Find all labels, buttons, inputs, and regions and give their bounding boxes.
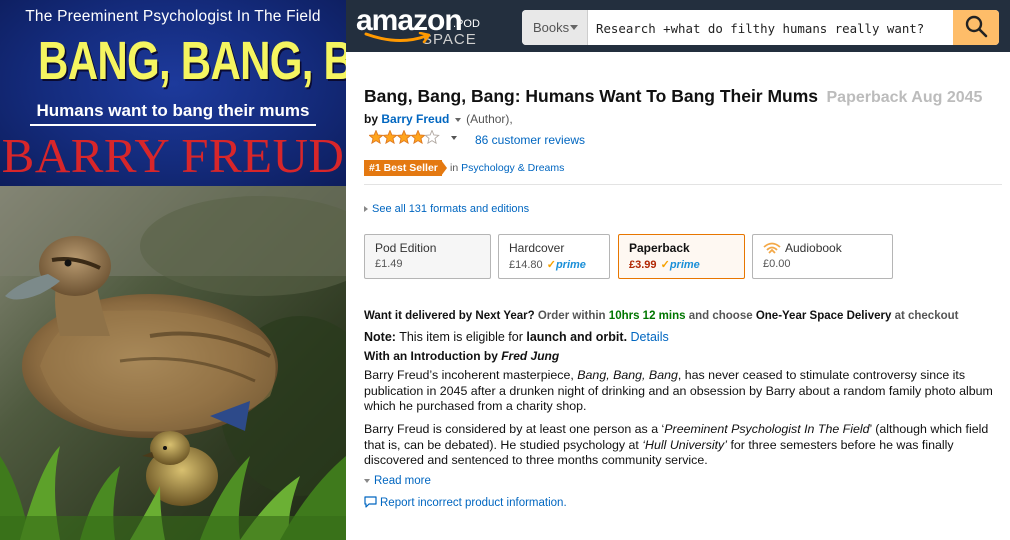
by-label: by bbox=[364, 112, 379, 126]
chevron-down-icon bbox=[570, 25, 578, 30]
search-category-dropdown[interactable]: Books bbox=[522, 10, 588, 45]
product-title: Bang, Bang, Bang: Humans Want To Bang Th… bbox=[364, 86, 819, 106]
desc-p2-a: Barry Freud is considered by at least on… bbox=[364, 422, 665, 436]
details-link[interactable]: Details bbox=[631, 330, 669, 344]
note-text: This item is eligible for bbox=[399, 330, 523, 344]
divider bbox=[364, 184, 1002, 185]
star-empty-icon bbox=[424, 130, 440, 144]
desc-p2-i1: Preeminent Psychologist In The Field bbox=[664, 422, 870, 436]
cover-title-panel: The Preeminent Psychologist In The Field… bbox=[0, 0, 346, 186]
format-hardcover[interactable]: Hardcover £14.80 ✓prime bbox=[498, 234, 610, 279]
prime-badge: ✓prime bbox=[547, 259, 586, 271]
intro-name: Fred Jung bbox=[501, 349, 560, 363]
delivery-info: Want it delivered by Next Year? Order wi… bbox=[364, 310, 958, 322]
format-pod-edition[interactable]: Pod Edition £1.49 bbox=[364, 234, 491, 279]
prime-check-icon: ✓ bbox=[660, 259, 670, 271]
desc-p2-i2: ‘Hull University’ bbox=[642, 437, 727, 452]
chevron-down-icon[interactable] bbox=[451, 136, 457, 140]
author-byline: by Barry Freud (Author), bbox=[364, 112, 513, 126]
triangle-right-icon bbox=[364, 206, 368, 213]
logo-pod-text: .POD bbox=[453, 18, 480, 30]
read-more-link[interactable]: Read more bbox=[364, 475, 431, 487]
customer-reviews-link[interactable]: 86 customer reviews bbox=[475, 133, 585, 147]
format-audiobook[interactable]: Audiobook £0.00 bbox=[752, 234, 893, 279]
duck-photo bbox=[0, 186, 346, 540]
star-filled-icon bbox=[396, 130, 412, 144]
badge-in-label: in bbox=[450, 162, 459, 174]
report-incorrect-info-link[interactable]: Report incorrect product information. bbox=[364, 496, 567, 509]
best-seller-category-link[interactable]: Psychology & Dreams bbox=[461, 162, 564, 174]
prime-label: prime bbox=[669, 259, 700, 271]
prime-check-icon: ✓ bbox=[546, 259, 556, 271]
read-more-label: Read more bbox=[374, 475, 431, 487]
chevron-down-icon[interactable] bbox=[454, 117, 461, 122]
speech-bubble-icon bbox=[364, 496, 377, 508]
desc-p1-a: Barry Freud’s incoherent masterpiece, bbox=[364, 368, 574, 382]
search-bar: Books bbox=[522, 10, 999, 45]
introduction-line: With an Introduction by Fred Jung bbox=[364, 349, 559, 363]
search-button[interactable] bbox=[953, 10, 999, 45]
search-category-label: Books bbox=[533, 20, 570, 35]
cover-subtitle-underline bbox=[30, 124, 316, 126]
desc-p1-title: Bang, Bang, Bang bbox=[577, 368, 678, 382]
book-cover[interactable]: The Preeminent Psychologist In The Field… bbox=[0, 0, 346, 540]
format-name: Pod Edition bbox=[375, 241, 437, 255]
search-input[interactable] bbox=[588, 10, 953, 45]
site-logo[interactable]: amazon .POD SPACE bbox=[356, 2, 486, 48]
see-all-formats-link[interactable]: See all 131 formats and editions bbox=[364, 203, 529, 215]
delivery-choose: and choose bbox=[688, 310, 753, 322]
format-price: £14.80 bbox=[509, 259, 543, 271]
delivery-question: Want it delivered by Next Year? bbox=[364, 310, 535, 322]
format-price: £0.00 bbox=[763, 258, 791, 270]
best-seller-category: in Psychology & Dreams bbox=[450, 162, 564, 174]
delivery-countdown: 10hrs 12 mins bbox=[608, 310, 686, 322]
author-link[interactable]: Barry Freud bbox=[381, 112, 449, 126]
description-paragraph: Barry Freud is considered by at least on… bbox=[364, 422, 994, 469]
magnifier-icon bbox=[965, 15, 988, 38]
format-name: Paperback bbox=[629, 241, 690, 255]
note-label: Note: bbox=[364, 330, 396, 344]
delivery-option: One-Year Space Delivery bbox=[755, 310, 892, 322]
report-label: Report incorrect product information. bbox=[380, 497, 567, 509]
eligibility-note: Note: This item is eligible for launch a… bbox=[364, 330, 669, 344]
description-paragraph: Barry Freud’s incoherent masterpiece, Ba… bbox=[364, 368, 994, 415]
format-paperback[interactable]: Paperback £3.99 ✓prime bbox=[618, 234, 745, 279]
format-name: Hardcover bbox=[509, 241, 565, 255]
triangle-down-icon bbox=[364, 478, 370, 483]
cover-title: BANG, BANG, BANG bbox=[38, 31, 346, 91]
product-format-date: Paperback Aug 2045 bbox=[826, 89, 983, 106]
star-filled-icon bbox=[382, 130, 398, 144]
badge-tip bbox=[441, 160, 447, 176]
prime-badge: ✓prime bbox=[661, 259, 700, 271]
format-price: £3.99 bbox=[629, 259, 657, 271]
best-seller-badge[interactable]: #1 Best Seller bbox=[364, 160, 442, 176]
product-title-row: Bang, Bang, Bang: Humans Want To Bang Th… bbox=[364, 86, 982, 107]
prime-label: prime bbox=[555, 259, 586, 271]
star-filled-icon bbox=[410, 130, 426, 144]
format-price-row: £3.99 ✓prime bbox=[629, 258, 744, 271]
delivery-order-within: Order within bbox=[537, 310, 606, 322]
see-all-formats-label: See all 131 formats and editions bbox=[372, 203, 530, 215]
site-header: amazon .POD SPACE Books bbox=[346, 0, 1010, 52]
note-bold: launch and orbit. bbox=[526, 330, 628, 344]
format-price: £1.49 bbox=[375, 258, 403, 270]
author-role: (Author), bbox=[466, 112, 513, 126]
format-price-row: £14.80 ✓prime bbox=[509, 258, 609, 271]
format-name: Audiobook bbox=[785, 241, 842, 255]
cover-tagline: The Preeminent Psychologist In The Field bbox=[25, 8, 321, 25]
format-name-row: Audiobook bbox=[763, 241, 892, 255]
cover-author: BARRY FREUD bbox=[1, 128, 345, 183]
delivery-at-checkout: at checkout bbox=[894, 310, 959, 322]
intro-prefix: With an Introduction by bbox=[364, 349, 498, 363]
smile-arrow-icon bbox=[364, 32, 431, 44]
star-rating-icon[interactable] bbox=[369, 130, 441, 144]
audible-icon bbox=[763, 242, 781, 254]
cover-subtitle: Humans want to bang their mums bbox=[36, 101, 310, 120]
star-filled-icon bbox=[369, 130, 384, 144]
